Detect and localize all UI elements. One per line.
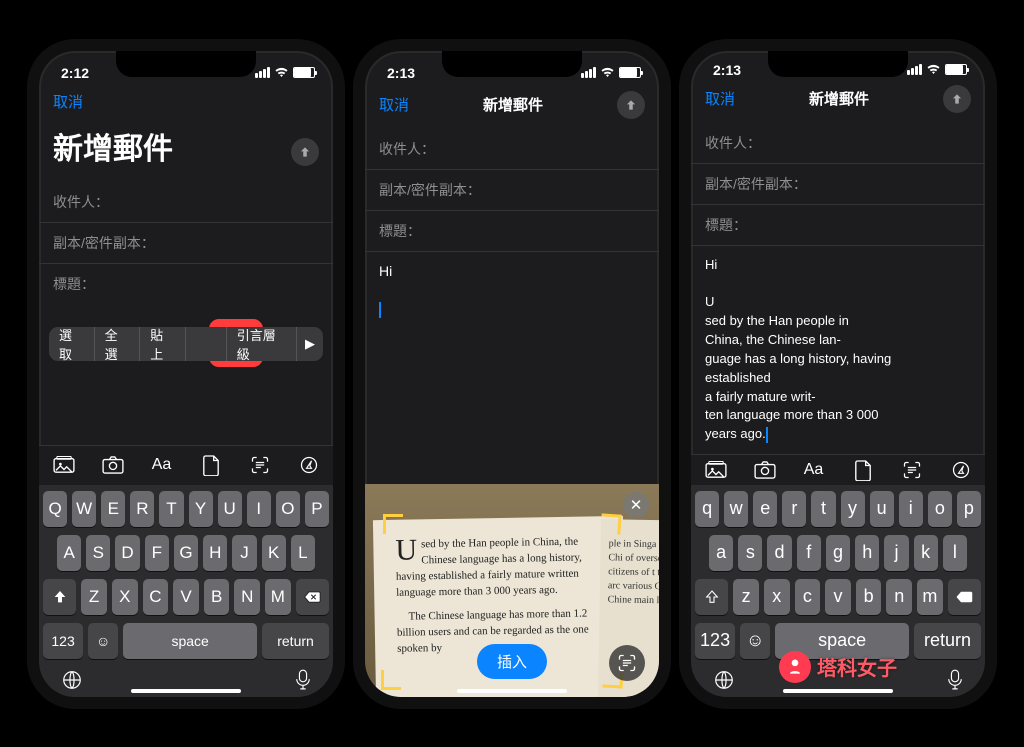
- header-title: 新增郵件: [809, 88, 869, 109]
- text-cursor: [766, 427, 768, 443]
- subject-field[interactable]: 標題：: [365, 211, 659, 252]
- live-text-camera[interactable]: ✕ U sed by the Han people in China, the …: [365, 484, 659, 697]
- space-key[interactable]: space: [123, 623, 257, 659]
- close-button[interactable]: ✕: [623, 492, 649, 518]
- markup-icon[interactable]: [296, 452, 322, 478]
- menu-more[interactable]: ▶: [297, 327, 323, 361]
- text-format-icon[interactable]: Aa: [801, 457, 827, 483]
- menu-select[interactable]: 選取: [49, 327, 95, 361]
- menu-quote-level[interactable]: 引言層級: [227, 327, 297, 361]
- send-button[interactable]: [291, 138, 319, 166]
- body-text: Hi: [379, 263, 392, 279]
- photo-picker-icon[interactable]: [51, 452, 77, 478]
- watermark-badge: [779, 651, 811, 683]
- keyboard-row-1: QWERTYUIOP: [43, 491, 329, 527]
- backspace-key[interactable]: [948, 579, 981, 615]
- phone-3: 2:13 取消 新增郵件 收件人： 副本/密件副本： 標題： Hi U sed …: [679, 39, 997, 709]
- phone-1: 2:12 取消 新增郵件 收件人： 副本/密件副本： 標題：: [27, 39, 345, 709]
- shift-key[interactable]: [695, 579, 728, 615]
- arrow-up-icon: [950, 92, 964, 106]
- subject-field[interactable]: 標題：: [691, 205, 985, 246]
- arrow-up-icon: [298, 145, 312, 159]
- ccbcc-field[interactable]: 副本/密件副本：: [691, 164, 985, 205]
- keyboard-toolbar: Aa: [39, 445, 333, 485]
- signal-bars-icon: [255, 67, 270, 78]
- subject-field[interactable]: 標題：: [39, 264, 333, 304]
- return-key[interactable]: return: [262, 623, 329, 659]
- text-format-icon[interactable]: Aa: [149, 452, 175, 478]
- backspace-key[interactable]: [296, 579, 329, 615]
- menu-select-all[interactable]: 全選: [95, 327, 141, 361]
- to-field[interactable]: 收件人：: [365, 129, 659, 170]
- battery-icon: [619, 67, 641, 78]
- notch: [116, 51, 256, 77]
- camera-icon[interactable]: [100, 452, 126, 478]
- cancel-button[interactable]: 取消: [53, 91, 83, 112]
- compose-body[interactable]: Hi: [365, 252, 659, 485]
- dictation-icon[interactable]: [947, 669, 963, 691]
- scan-bracket: [600, 513, 621, 534]
- signal-bars-icon: [581, 67, 596, 78]
- send-button[interactable]: [617, 91, 645, 119]
- scan-text-icon[interactable]: [247, 452, 273, 478]
- attachment-icon[interactable]: [850, 457, 876, 483]
- scan-bracket: [381, 670, 401, 690]
- keyboard-row-2: ASDFGHJKL: [43, 535, 329, 571]
- key[interactable]: Q: [43, 491, 67, 527]
- page-title: 新增郵件: [39, 122, 187, 182]
- keyboard[interactable]: QWERTYUIOP ASDFGHJKL ZXCVBNM 123 ☺ space…: [39, 485, 333, 697]
- home-indicator[interactable]: [131, 689, 241, 693]
- attachment-icon[interactable]: [198, 452, 224, 478]
- wifi-icon: [926, 64, 941, 75]
- wifi-icon: [274, 67, 289, 78]
- numbers-key[interactable]: 123: [43, 623, 83, 659]
- status-time: 2:12: [61, 65, 89, 81]
- emoji-key[interactable]: ☺: [740, 623, 770, 659]
- text-cursor: [379, 302, 381, 318]
- cancel-button[interactable]: 取消: [705, 88, 735, 109]
- battery-icon: [945, 64, 967, 75]
- home-indicator[interactable]: [457, 689, 567, 693]
- insert-button[interactable]: 插入: [477, 644, 547, 679]
- menu-paste[interactable]: 貼上: [140, 327, 186, 361]
- globe-icon[interactable]: [713, 669, 735, 691]
- dictation-icon[interactable]: [295, 669, 311, 691]
- compose-body[interactable]: Hi U sed by the Han people in China, the…: [691, 246, 985, 454]
- numbers-key[interactable]: 123: [695, 623, 735, 659]
- status-time: 2:13: [713, 62, 741, 78]
- scan-bracket: [383, 514, 403, 534]
- scan-text-icon[interactable]: [899, 457, 925, 483]
- battery-icon: [293, 67, 315, 78]
- markup-icon[interactable]: [948, 457, 974, 483]
- home-indicator[interactable]: [783, 689, 893, 693]
- send-button[interactable]: [943, 85, 971, 113]
- keyboard-row-3: ZXCVBNM: [43, 579, 329, 615]
- shift-key[interactable]: [43, 579, 76, 615]
- photo-picker-icon[interactable]: [703, 457, 729, 483]
- keyboard-toolbar: Aa: [691, 454, 985, 484]
- to-field[interactable]: 收件人：: [39, 182, 333, 223]
- watermark: 塔科女子: [779, 651, 897, 683]
- notch: [768, 51, 908, 77]
- notch: [442, 51, 582, 77]
- ccbcc-field[interactable]: 副本/密件副本：: [39, 223, 333, 264]
- status-time: 2:13: [387, 65, 415, 81]
- to-field[interactable]: 收件人：: [691, 123, 985, 164]
- phone-2: 2:13 取消 新增郵件 收件人： 副本/密件副本： 標題： Hi ✕ U se…: [353, 39, 671, 709]
- arrow-up-icon: [624, 98, 638, 112]
- text-edit-menu: 選取 全選 貼上 引言層級 ▶: [49, 327, 323, 361]
- camera-icon[interactable]: [752, 457, 778, 483]
- emoji-key[interactable]: ☺: [88, 623, 118, 659]
- menu-scan-text[interactable]: [186, 327, 227, 361]
- return-key[interactable]: return: [914, 623, 981, 659]
- live-text-toggle[interactable]: [609, 645, 645, 681]
- globe-icon[interactable]: [61, 669, 83, 691]
- cancel-button[interactable]: 取消: [379, 94, 409, 115]
- signal-bars-icon: [907, 64, 922, 75]
- wifi-icon: [600, 67, 615, 78]
- header-title: 新增郵件: [483, 94, 543, 115]
- ccbcc-field[interactable]: 副本/密件副本：: [365, 170, 659, 211]
